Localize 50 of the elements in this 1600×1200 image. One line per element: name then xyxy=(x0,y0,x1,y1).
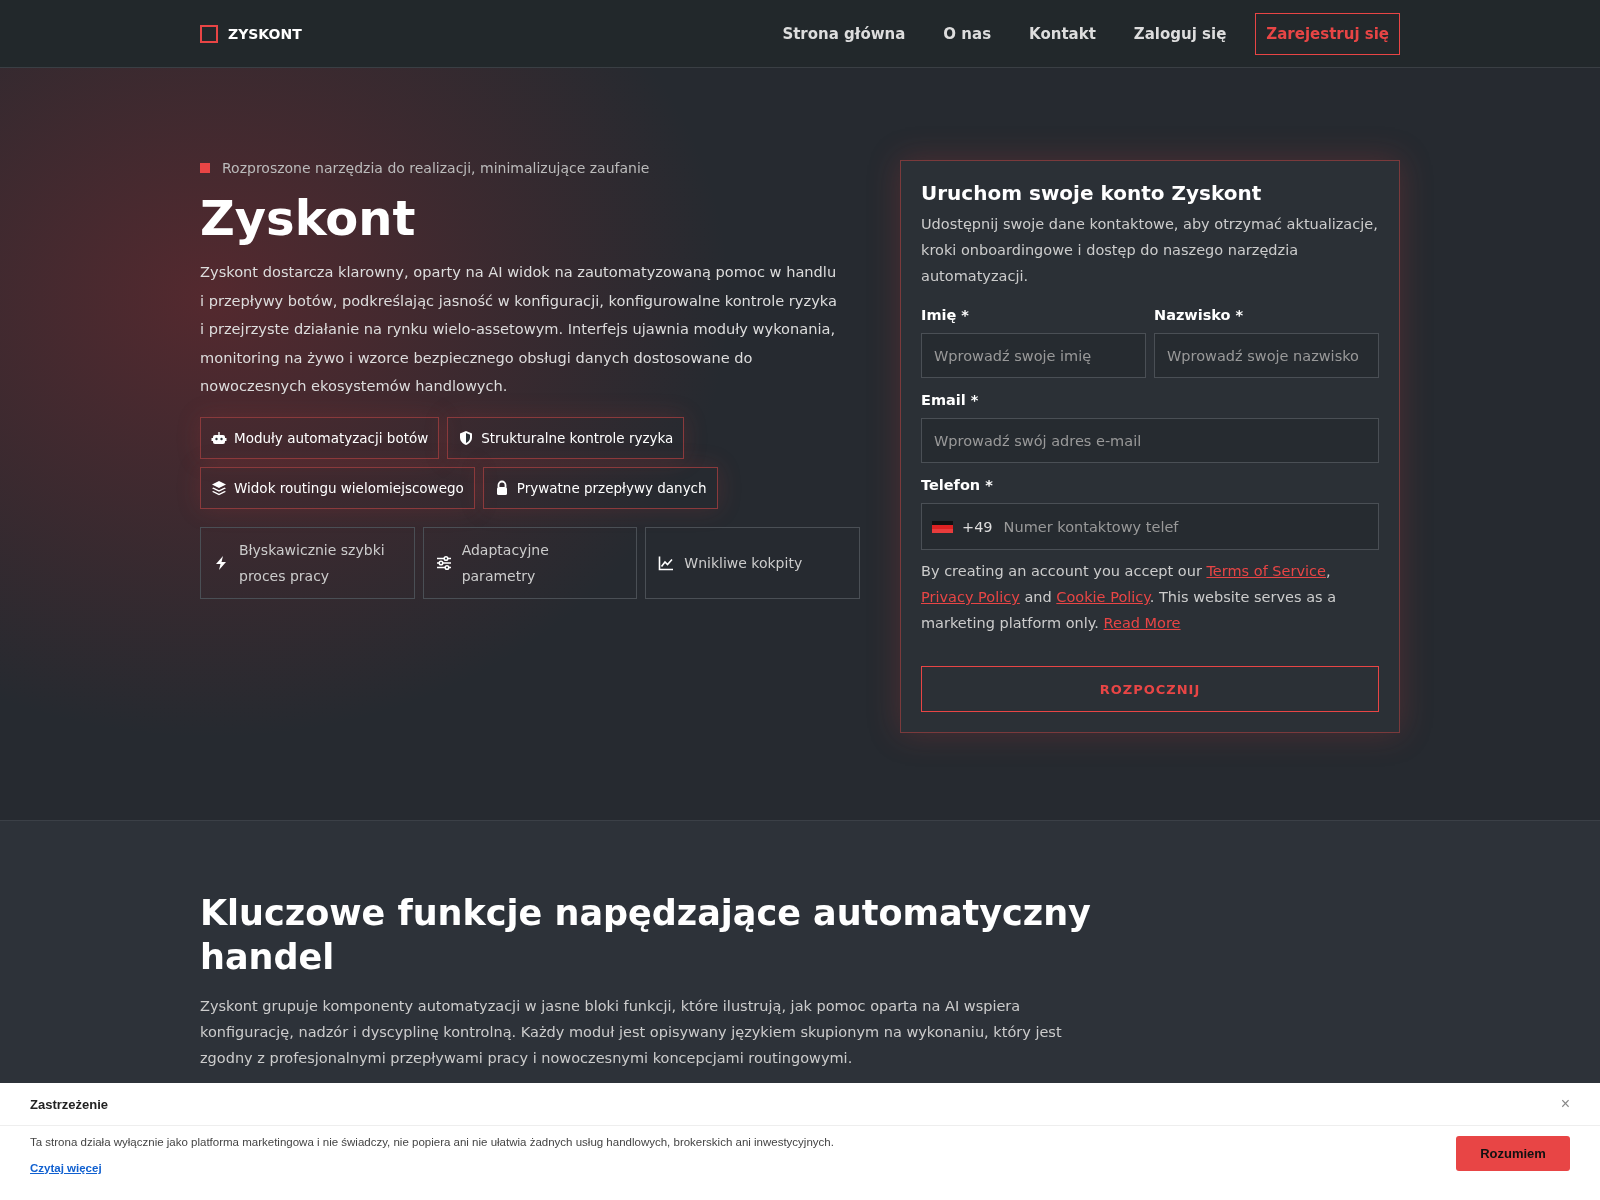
hero-description: Zyskont dostarcza klarowny, oparty na AI widok na zautomatyzowaną pomoc w handlu i przepływy botów, podkreślając jasność w konfiguracji, konfigurowalne kontrole ryzyka i przejrzyste działanie na rynku wielo-assetowym. Interfejs ujawnia moduły wykonania, monitoring na żywo i wzorce bezpiecznego obsługi danych dostosowane do nowoczesnych ekosystemów handlowych. xyxy=(200,262,838,396)
flag-icon[interactable] xyxy=(932,520,953,533)
nav-link[interactable]: Zaloguj się xyxy=(1116,24,1244,43)
feature-tag: Moduły automatyzacji botów xyxy=(200,416,440,459)
email-field[interactable]: Wprowadź swój adres e-mail xyxy=(921,418,1379,463)
form-subtitle: Udostępnij swoje dane kontaktowe, aby otrzymać aktualizacje, kroki onboardingowe i dostęp do naszego narzędzia automatyzacji. xyxy=(921,215,1379,286)
field-label: Nazwisko * xyxy=(1154,307,1245,323)
eyebrow-text: Rozproszone narzędzia do realizacji, minimalizujące zaufanie xyxy=(222,160,650,176)
accept-button[interactable]: Rozumiem xyxy=(1456,1136,1570,1171)
field-label: Email * xyxy=(921,392,980,408)
sliders-icon xyxy=(435,554,452,571)
lightning-icon xyxy=(213,554,229,571)
feature-tag: Prywatne przepływy danych xyxy=(482,466,718,509)
start-button[interactable]: ROZPOCZNIJ xyxy=(921,666,1379,712)
logo-square-icon xyxy=(200,24,218,43)
phone-number-input[interactable]: Numer kontaktowy telef xyxy=(1001,505,1368,548)
field-label: Telefon * xyxy=(921,477,994,493)
close-button[interactable]: × xyxy=(1560,1095,1570,1113)
disclaimer-text: Ta strona działa wyłącznie jako platforma marketingowa i nie świadczy, nie popiera ani nie ułatwia żadnych usług handlowych, brokerskich ani inwestycyjnych. xyxy=(30,1136,834,1148)
legal-text: By creating an account you accept our Terms of Service, Privacy Policy and Cookie Policy. This website serves as a marketing platform only. Read More xyxy=(921,562,1338,633)
section-title: Kluczowe funkcje napędzające automatyczny handel xyxy=(200,892,1092,979)
line-chart-icon xyxy=(658,554,675,571)
logo-text[interactable]: ZYSKONT xyxy=(228,25,302,42)
nav-link[interactable]: Kontakt xyxy=(1012,24,1113,43)
country-code[interactable]: +49 xyxy=(962,518,993,535)
square-bullet-icon xyxy=(200,163,210,173)
feature-tag: Widok routingu wielomiejscowego xyxy=(200,466,475,509)
feature-card: Adaptacyjne parametry xyxy=(422,526,638,599)
feature-card: Błyskawicznie szybki proces pracy xyxy=(200,526,415,599)
section-description: Zyskont grupuje komponenty automatyzacji w jasne bloki funkcji, które ilustrują, jak pomoc oparta na AI wspiera konfigurację, nadzór i dyscyplinę kontrolną. Każdy moduł jest opisywany językiem skupionym na wykonaniu, który jest zgodny z profesjonalnymi przepływami pracy i nowoczesnymi koncepcjami routingowymi. xyxy=(200,997,1063,1068)
layers-icon xyxy=(211,479,227,496)
legal-link[interactable]: Terms of Service xyxy=(1206,563,1326,579)
phone-field[interactable]: +49 Numer kontaktowy telef xyxy=(921,503,1379,550)
register-button[interactable]: Zarejestruj się xyxy=(1255,12,1400,55)
hero-title: Zyskont xyxy=(200,190,417,246)
last-name-field[interactable]: Wprowadź swoje nazwisko xyxy=(1154,333,1379,378)
nav-link[interactable]: O nas xyxy=(926,24,1009,43)
feature-card: Wnikliwe kokpity xyxy=(645,526,860,599)
feature-tag: Strukturalne kontrole ryzyka xyxy=(447,416,685,459)
first-name-field[interactable]: Wprowadź swoje imię xyxy=(921,333,1146,378)
robot-icon xyxy=(211,429,227,446)
disclaimer-link[interactable]: Czytaj więcej xyxy=(30,1162,102,1174)
legal-link[interactable]: Cookie Policy xyxy=(1056,589,1150,605)
disclaimer-title: Zastrzeżenie xyxy=(30,1096,109,1112)
form-title: Uruchom swoje konto Zyskont xyxy=(921,181,1263,205)
field-label: Imię * xyxy=(921,307,970,323)
shield-icon xyxy=(458,429,475,446)
nav-link[interactable]: Strona główna xyxy=(765,24,923,43)
legal-link[interactable]: Privacy Policy xyxy=(921,589,1020,605)
legal-link[interactable]: Read More xyxy=(1103,615,1181,631)
